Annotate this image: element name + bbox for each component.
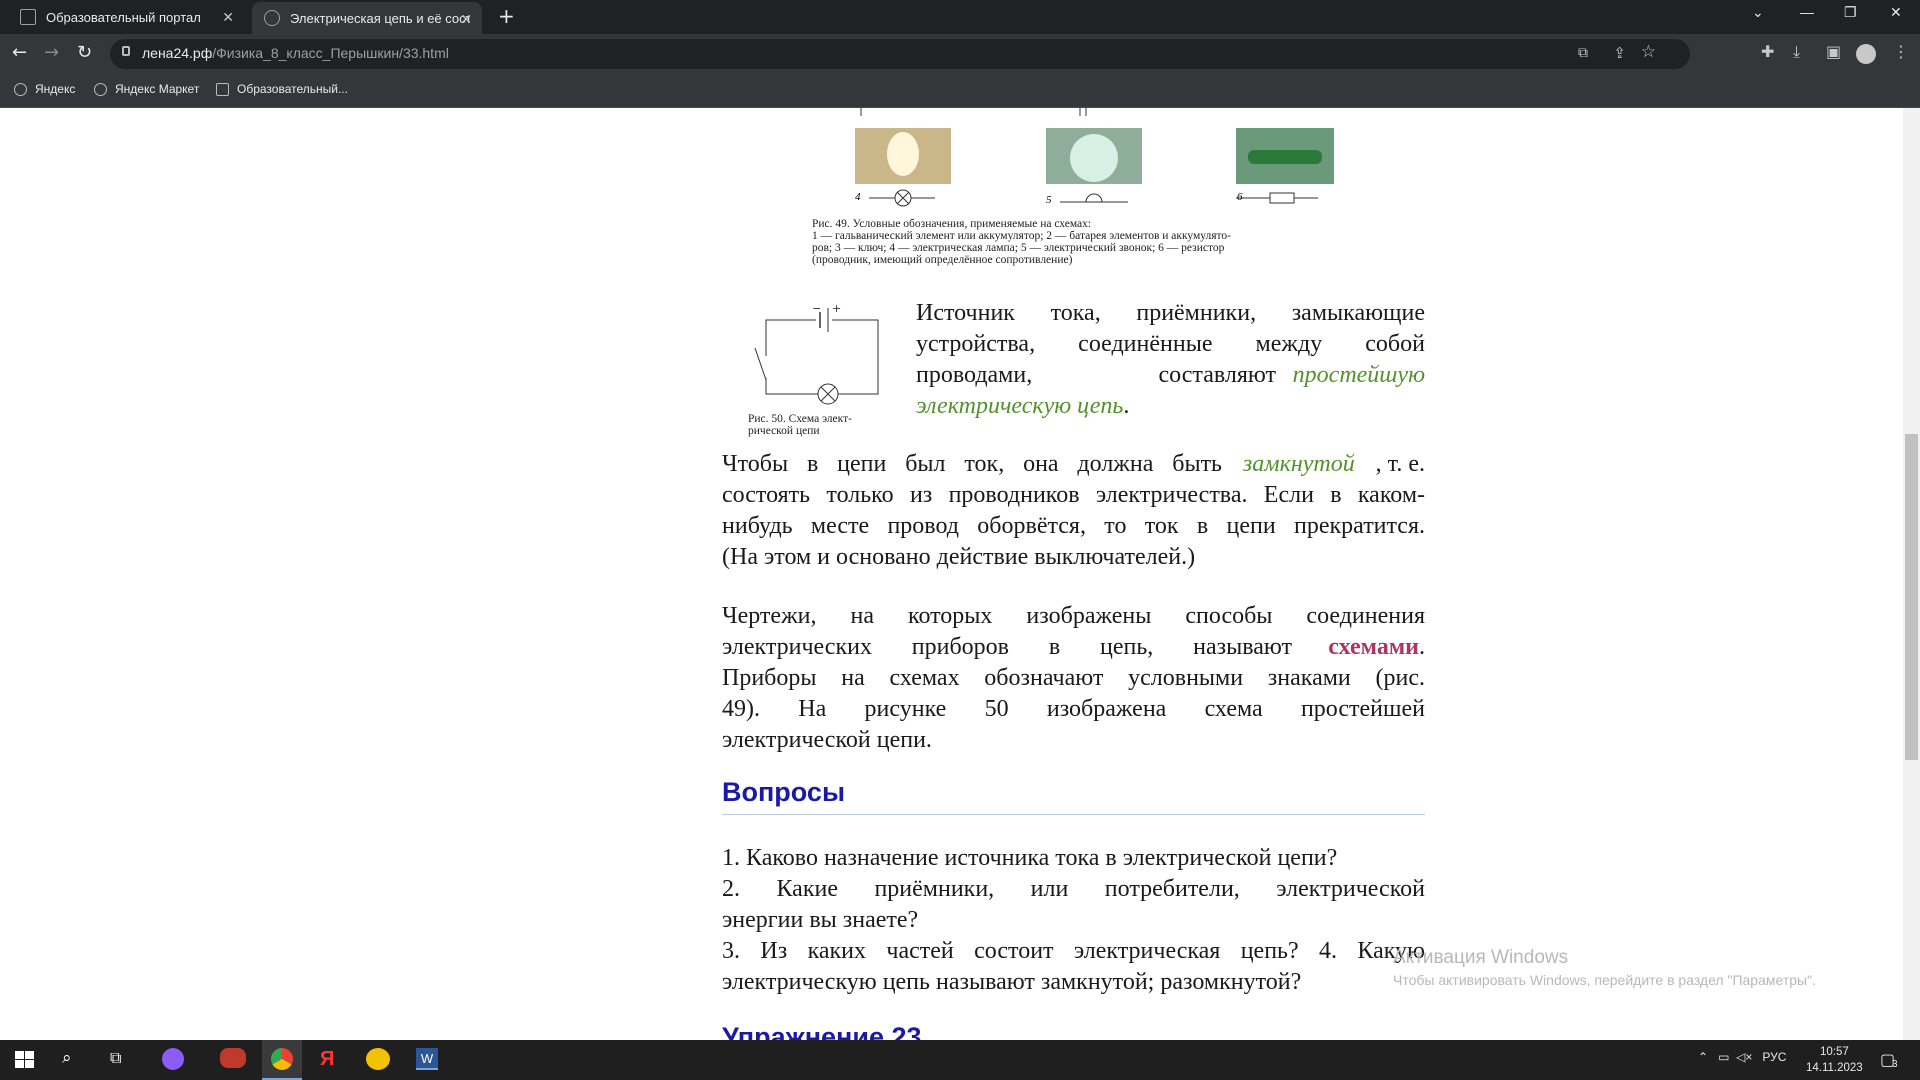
paragraph-line: устройства, соединённые между собой [916,331,1425,357]
tab-electric-circuit[interactable]: Электрическая цепь и её соста ✕ [252,2,482,34]
fig49-caption-line: Рис. 49. Условные обозначения, применяем… [812,218,1092,230]
paragraph-line: Чтобы в цепи был ток, она должна быть зам… [722,449,1425,480]
yandex-icon [14,82,27,96]
reload-button[interactable]: ↻ [77,42,92,63]
paragraph-line: нибудь месте провод оборвётся, то ток в … [722,513,1425,539]
yandex-browser-icon[interactable]: Я [320,1048,346,1072]
menu-icon[interactable]: ⋮ [1893,42,1909,61]
windows-activation-title: Активация Windows [1393,947,1569,968]
fig49-label-6: 6 [1237,191,1243,203]
tab-title: Образовательный портал [46,9,201,25]
question-1: 1. Каково назначение источника тока в эл… [722,845,1338,871]
question-3: 3. Из каких частей состоит электрическая… [722,938,1425,964]
paragraph-line: (На этом и основано действие выключателе… [722,544,1196,570]
address-bar[interactable]: лена24.рф/Физика_8_класс_Перышкин/33.htm… [110,39,1690,69]
side-panel-icon[interactable]: ▣ [1826,42,1841,61]
tab-portal[interactable]: Образовательный портал ✕ [8,0,244,34]
profile-avatar[interactable] [1856,44,1876,64]
bell-symbol-icon [1085,193,1103,203]
tab-bar: Образовательный портал ✕ Электрическая ц… [0,0,1920,34]
figure-50-circuit-diagram: − + [754,302,879,405]
questions-heading: Вопросы [722,777,1425,815]
share-icon[interactable]: ⇪ [1613,44,1626,62]
scrollbar-thumb[interactable] [1905,434,1918,760]
forward-button[interactable]: → [44,42,59,63]
paragraph-line: состоять только из проводников электриче… [722,482,1425,508]
fig49-label-5: 5 [1046,194,1052,206]
cast-blocked-icon[interactable]: ⧉ [1578,45,1588,61]
navigation-bar: ← → ↻ лена24.рф/Физика_8_класс_Перышкин/… [0,34,1920,74]
bookmark-portal[interactable]: Образовательный... [216,82,348,96]
question-2-continued: энергии вы знаете? [722,907,919,933]
close-icon[interactable]: ✕ [460,11,472,28]
url-text[interactable]: лена24.рф/Физика_8_класс_Перышкин/33.htm… [142,45,449,61]
chrome-icon [271,1048,293,1070]
fig49-caption-line: (проводник, имеющий определённое сопроти… [812,254,1073,266]
task-view-icon[interactable]: ⧉ [110,1048,136,1072]
lock-icon[interactable] [122,46,130,56]
clock[interactable]: 10:57 14.11.2023 [1806,1044,1863,1076]
svg-text:−: − [812,302,821,315]
restore-button[interactable]: ❐ [1844,4,1857,21]
alice-icon[interactable] [162,1048,184,1070]
figure-49-symbols [855,108,1334,207]
back-button[interactable]: ← [12,42,27,63]
paragraph-line: Источник тока, приёмники, замыкающие [916,300,1425,326]
search-icon[interactable]: ⌕ [62,1048,88,1072]
bookmark-yandex[interactable]: Яндекс [14,82,75,96]
windows-start-icon[interactable] [12,1048,38,1072]
close-icon[interactable]: ✕ [222,9,234,26]
windows-activation-text: Чтобы активировать Windows, перейдите в … [1393,972,1816,988]
extensions-icon[interactable]: ✚ [1761,42,1774,61]
network-icon[interactable]: ▭ [1718,1050,1729,1064]
svg-text:+: + [832,302,841,315]
minimize-button[interactable]: — [1800,4,1814,20]
paragraph-line: электрической цепи. [722,727,932,753]
term-schemes: схемами [1328,634,1419,660]
fig50-caption-line: Рис. 50. Схема элект- [748,413,852,425]
tab-title: Электрическая цепь и её соста [290,10,470,26]
app-icon[interactable] [220,1048,246,1068]
page-scrollbar[interactable] [1903,108,1920,1040]
volume-icon[interactable]: ◁× [1736,1050,1752,1064]
term-closed: замкнутой [1242,451,1355,477]
fig49-caption-line: ров; 3 — ключ; 4 — электрическая лампа; … [812,242,1225,254]
paragraph-line: Чертежи, на которых изображены способы с… [722,603,1425,629]
paragraph-line: 49). На рисунке 50 изображена схема прос… [722,696,1425,722]
star-icon[interactable]: ☆ [1641,42,1656,62]
fig50-caption-line: рической цепи [748,425,820,437]
new-tab-button[interactable]: + [498,4,515,28]
word-icon[interactable]: W [416,1048,438,1070]
paragraph-line: электрических приборов в цепь, называют с… [722,634,1425,660]
globe-icon [264,10,280,26]
term-electric-circuit: электрическую цепь [916,393,1124,419]
fig49-label-4: 4 [855,191,861,203]
portal-icon [216,82,229,96]
yandex-market-icon [94,82,107,96]
close-window-button[interactable]: ✕ [1890,4,1902,21]
notification-count-badge: 3 [1892,1059,1898,1070]
question-2: 2. Какие приёмники, или потребители, эле… [722,876,1425,902]
system-tray[interactable]: ⌃ ▭ ◁× РУС [1698,1050,1786,1064]
term-simplest: простейшую [1292,362,1425,388]
paragraph-line: проводами, составляют простейшую [916,360,1425,391]
question-3-continued: электрическую цепь называют замкнутой; р… [722,969,1302,995]
fig49-caption-line: 1 — гальванический элемент или аккумулят… [812,230,1232,242]
portal-favicon-icon [20,9,36,25]
tab-search-chevron-icon[interactable]: ⌄ [1752,4,1764,21]
download-icon[interactable]: ⤓ [1793,42,1800,62]
language-indicator[interactable]: РУС [1762,1050,1786,1064]
windows-taskbar: ⌕ ⧉ Я W ⌃ ▭ ◁× РУС 10:57 14.11.2023 ▢ 3 [0,1040,1920,1080]
bookmark-yandex-market[interactable]: Яндекс Маркет [94,82,199,96]
chevron-up-icon[interactable]: ⌃ [1698,1050,1708,1064]
resistor-symbol-icon [1269,192,1295,204]
bookmarks-bar: Яндекс Яндекс Маркет Образовательный... [0,74,1920,108]
market-icon[interactable] [366,1048,390,1070]
chrome-taskbar-button[interactable] [262,1040,302,1080]
paragraph-line: Приборы на схемах обозначают условными з… [722,665,1425,691]
paragraph-line: электрическую цепь. [916,393,1130,419]
